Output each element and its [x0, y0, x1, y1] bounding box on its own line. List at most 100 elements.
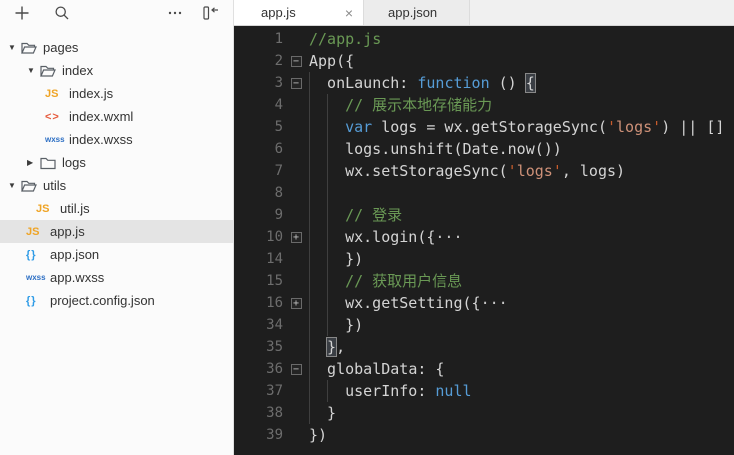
folder-closed-icon	[40, 156, 60, 170]
code-line-1[interactable]: 1 //app.js	[234, 28, 734, 50]
code-text[interactable]: }	[309, 402, 734, 424]
code-text[interactable]: },	[309, 336, 734, 358]
code-text[interactable]: wx.login({···	[309, 226, 734, 248]
tree-item-util-js[interactable]: JS util.js	[0, 197, 233, 220]
fold-collapse-icon[interactable]: −	[290, 77, 302, 89]
indent-guide	[309, 182, 327, 204]
code-text[interactable]: onLaunch: function () {	[309, 72, 734, 94]
code-line-36[interactable]: 36− globalData: {	[234, 358, 734, 380]
tree-item-index-wxss[interactable]: wxss index.wxss	[0, 128, 233, 151]
code-text[interactable]: var logs = wx.getStorageSync('logs') || …	[309, 116, 734, 138]
fold-collapse-icon[interactable]: −	[290, 55, 302, 67]
indent-guide	[309, 204, 327, 226]
code-token: , logs)	[561, 162, 626, 180]
line-number: 9	[274, 207, 283, 223]
more-options-button[interactable]	[165, 5, 185, 25]
code-line-6[interactable]: 6 logs.unshift(Date.now())	[234, 138, 734, 160]
line-number: 15	[266, 273, 283, 289]
line-number: 14	[266, 251, 283, 267]
tree-item-index-js[interactable]: JS index.js	[0, 82, 233, 105]
code-text[interactable]: })	[309, 248, 734, 270]
code-line-37[interactable]: 37 userInfo: null	[234, 380, 734, 402]
code-line-7[interactable]: 7 wx.setStorageSync('logs', logs)	[234, 160, 734, 182]
add-file-button[interactable]	[12, 5, 32, 25]
code-text[interactable]: App({	[309, 50, 734, 72]
fold-gutter: −	[283, 50, 309, 72]
tree-item-logs[interactable]: ▶ logs	[0, 151, 233, 174]
indent-guide	[327, 160, 345, 182]
file-explorer-sidebar: ▼ pages ▼ index JS index.js <> index.wxml wxss in…	[0, 0, 234, 455]
line-number: 38	[266, 405, 283, 421]
code-line-5[interactable]: 5 var logs = wx.getStorageSync('logs') ||…	[234, 116, 734, 138]
collapse-sidebar-icon	[202, 5, 220, 26]
code-line-10[interactable]: 10 + wx.login({···	[234, 226, 734, 248]
fold-gutter	[283, 116, 309, 138]
code-line-9[interactable]: 9 // 登录	[234, 204, 734, 226]
code-text[interactable]	[309, 182, 734, 204]
code-text[interactable]: //app.js	[309, 28, 734, 50]
tab-label: app.js	[261, 5, 296, 20]
code-line-4[interactable]: 4 // 展示本地存储能力	[234, 94, 734, 116]
code-line-8[interactable]: 8	[234, 182, 734, 204]
code-token: onLaunch:	[327, 74, 418, 92]
indent-guide	[327, 292, 345, 314]
chevron-down-icon[interactable]: ▼	[27, 66, 40, 75]
code-line-16[interactable]: 16 + wx.getSetting({···	[234, 292, 734, 314]
code-line-15[interactable]: 15 // 获取用户信息	[234, 270, 734, 292]
code-token: //app.js	[309, 30, 382, 48]
code-line-39[interactable]: 39})	[234, 424, 734, 446]
indent-guide	[327, 270, 345, 292]
code-line-34[interactable]: 34})	[234, 314, 734, 336]
tree-item-pages[interactable]: ▼ pages	[0, 36, 233, 59]
code-text[interactable]: wx.getSetting({···	[309, 292, 734, 314]
tree-item-index-wxml[interactable]: <> index.wxml	[0, 105, 233, 128]
fold-expand-icon[interactable]: +	[290, 297, 302, 309]
close-icon[interactable]: ×	[345, 6, 353, 20]
tree-item-app-js[interactable]: JS app.js	[0, 220, 233, 243]
fold-collapse-icon[interactable]: −	[290, 363, 302, 375]
code-text[interactable]: // 登录	[309, 204, 734, 226]
tree-item-label: pages	[43, 40, 79, 55]
line-number: 36	[266, 361, 283, 377]
code-text[interactable]: globalData: {	[309, 358, 734, 380]
code-text[interactable]: userInfo: null	[309, 380, 734, 402]
code-text[interactable]: // 展示本地存储能力	[309, 94, 734, 116]
code-text[interactable]: })	[309, 424, 734, 446]
tree-item-app-wxss[interactable]: wxss app.wxss	[0, 266, 233, 289]
tab-app-js[interactable]: app.js ×	[234, 0, 364, 25]
tree-item-index[interactable]: ▼ index	[0, 59, 233, 82]
tree-item-label: index.wxml	[69, 109, 134, 124]
code-token: wx.login({	[345, 228, 436, 246]
code-line-2[interactable]: 2− App({	[234, 50, 734, 72]
code-area[interactable]: 1//app.js 2− App({3− onLaunch: function () …	[234, 26, 734, 455]
code-text[interactable]: })	[309, 314, 734, 336]
indent-guide	[327, 314, 345, 336]
code-line-3[interactable]: 3− onLaunch: function () {	[234, 72, 734, 94]
collapse-sidebar-button[interactable]	[201, 5, 221, 25]
tree-item-app-json[interactable]: {} app.json	[0, 243, 233, 266]
fold-gutter	[283, 182, 309, 204]
fold-gutter	[283, 248, 309, 270]
search-button[interactable]	[52, 5, 72, 25]
folder-open-icon	[21, 179, 41, 193]
code-line-14[interactable]: 14})	[234, 248, 734, 270]
chevron-down-icon[interactable]: ▼	[8, 181, 21, 190]
fold-gutter	[283, 204, 309, 226]
code-token: // 展示本地存储能力	[345, 96, 493, 114]
code-text[interactable]: // 获取用户信息	[309, 270, 734, 292]
code-line-35[interactable]: 35},	[234, 336, 734, 358]
code-line-38[interactable]: 38}	[234, 402, 734, 424]
chevron-down-icon[interactable]: ▼	[8, 43, 21, 52]
tree-item-utils[interactable]: ▼ utils	[0, 174, 233, 197]
chevron-right-icon[interactable]: ▶	[27, 158, 40, 167]
fold-expand-icon[interactable]: +	[290, 231, 302, 243]
line-number: 8	[274, 185, 283, 201]
tab-app-json[interactable]: app.json	[364, 0, 470, 25]
code-text[interactable]: wx.setStorageSync('logs', logs)	[309, 160, 734, 182]
tree-item-project-config-json[interactable]: {} project.config.json	[0, 289, 233, 312]
indent-guide	[309, 402, 327, 424]
js-file-icon: JS	[36, 202, 50, 215]
js-file-icon: JS	[45, 87, 59, 100]
indent-guide	[327, 94, 345, 116]
code-text[interactable]: logs.unshift(Date.now())	[309, 138, 734, 160]
